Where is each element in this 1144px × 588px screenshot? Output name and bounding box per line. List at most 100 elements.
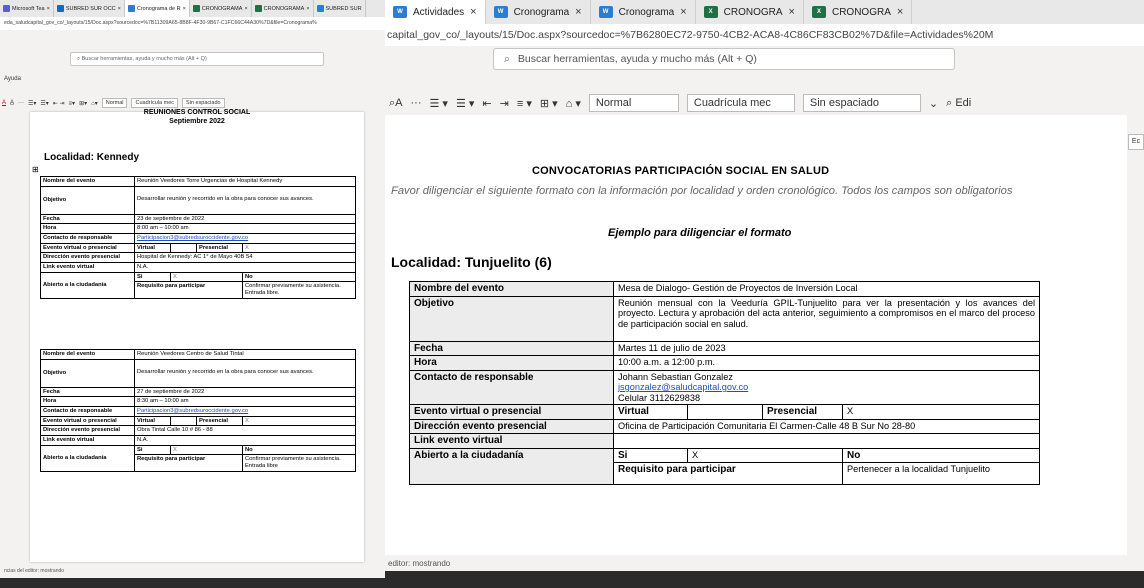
- tab-label: Cronograma: [513, 6, 570, 18]
- more-icon[interactable]: ···: [411, 97, 422, 109]
- table-row: Fecha 27 de septiembre de 2022: [40, 386, 356, 398]
- tab-label: Cronograma de R: [136, 5, 181, 12]
- right-tab-strip: W Actividades × W Cronograma × W Cronograma × …: [385, 0, 1144, 24]
- table-row: Dirección evento presencial Hospital de K…: [40, 252, 356, 263]
- table-row: Objetivo Desarrollar reunión y recorrido …: [40, 185, 356, 215]
- left-tab-4[interactable]: CRONOGRAMA ×: [252, 0, 314, 17]
- close-icon[interactable]: ×: [183, 6, 186, 12]
- left-address-bar[interactable]: eda_saludcapital_gov_co/_layouts/15/Doc.…: [0, 17, 385, 30]
- teams-icon: [3, 5, 10, 12]
- close-icon[interactable]: ×: [118, 6, 121, 12]
- tab-label: CRONOGRA: [723, 6, 783, 18]
- excel-icon: X: [703, 6, 718, 18]
- word-icon: W: [393, 6, 407, 18]
- tab-label: CRONOGRAMA: [201, 5, 243, 12]
- event-table-1: Nombre del evento Reunión Veedores Torre …: [40, 176, 356, 299]
- right-tab-0[interactable]: W Actividades ×: [385, 0, 486, 24]
- table-move-icon[interactable]: ⊞: [32, 165, 39, 174]
- more-icon[interactable]: ···: [18, 100, 24, 106]
- word-icon: [127, 5, 135, 12]
- left-tab-3[interactable]: CRONOGRAMA ×: [190, 0, 252, 17]
- right-browser-window: W Actividades × W Cronograma × W Cronograma × …: [385, 0, 1144, 588]
- table-icon[interactable]: ⊞ ▾: [540, 97, 558, 110]
- table-row: Evento virtual o presencial Virtual Presen…: [40, 242, 356, 254]
- right-tab-4[interactable]: X CRONOGRA ×: [804, 0, 913, 24]
- close-icon[interactable]: ×: [47, 6, 50, 12]
- indent-icon[interactable]: ⇤ ⇥: [53, 100, 65, 107]
- paint-bucket-icon[interactable]: ⌂ ▾: [566, 97, 581, 110]
- word-icon: W: [493, 6, 508, 18]
- close-icon[interactable]: ×: [470, 6, 476, 18]
- table-row: Evento virtual o presencial Virtual Presen…: [409, 404, 1040, 420]
- close-icon[interactable]: ×: [680, 6, 686, 18]
- style-normal[interactable]: Normal: [588, 94, 679, 112]
- close-icon[interactable]: ×: [306, 6, 309, 12]
- table-row: Nombre del evento Reunión Veedores Torre …: [40, 176, 356, 187]
- edge-button[interactable]: Ec: [1128, 134, 1144, 150]
- table-row: Fecha 23 de septiembre de 2022: [40, 213, 356, 225]
- right-tab-2[interactable]: W Cronograma ×: [591, 0, 696, 24]
- left-tab-strip: Microsoft Tea × SUBRED SUR OCC × Cronogram…: [0, 0, 385, 17]
- right-address-bar[interactable]: capital_gov_co/_layouts/15/Doc.aspx?sour…: [385, 24, 1144, 46]
- align-icon[interactable]: ≡▾: [69, 100, 76, 107]
- style-nospace[interactable]: Sin espaciado: [802, 94, 921, 112]
- left-tab-2[interactable]: Cronograma de R ×: [124, 0, 190, 17]
- left-search-box[interactable]: ⌕ Buscar herramientas, ayuda y mucho más…: [70, 52, 324, 66]
- edit-label: Edi: [955, 96, 972, 109]
- edit-menu[interactable]: ⌕ Edi: [946, 97, 971, 110]
- align-icon[interactable]: ≡ ▾: [517, 97, 532, 110]
- format-painter-icon[interactable]: ⌕A: [389, 97, 403, 110]
- style-nospace[interactable]: Sin espaciado: [182, 98, 225, 108]
- right-ribbon: ⌕A ··· ☰ ▾ ☰ ▾ ⇤ ⇥ ≡ ▾ ⊞ ▾ ⌂ ▾ Normal Cu…: [385, 91, 1144, 115]
- style-grid[interactable]: Cuadrícula mec: [686, 94, 795, 112]
- numbering-icon[interactable]: ☰ ▾: [456, 97, 474, 110]
- style-normal[interactable]: Normal: [101, 98, 128, 108]
- left-taskbar: [0, 578, 385, 588]
- contact-name: Johann Sebastian Gonzalez: [618, 371, 733, 382]
- left-tab-1[interactable]: SUBRED SUR OCC ×: [54, 0, 125, 17]
- style-dropdown-icon[interactable]: ⌄: [929, 97, 938, 110]
- table-row: Objetivo Reunión mensual con la Veeduría …: [409, 295, 1040, 342]
- tab-label: Microsoft Tea: [12, 5, 45, 12]
- tab-label: SUBRED SUR OCC: [65, 5, 116, 12]
- table-icon[interactable]: ⊞▾: [79, 100, 87, 107]
- indent-decrease-icon[interactable]: ⇤: [482, 97, 491, 110]
- table-row: Abierto a la ciudadanía Si X No: [409, 447, 1040, 486]
- contact-email-link[interactable]: jsgonzalez@saludcapital.gov.co: [618, 382, 1035, 393]
- highlight-icon[interactable]: A̲: [10, 100, 14, 106]
- close-icon[interactable]: ×: [575, 6, 581, 18]
- right-search-box[interactable]: ⌕ Buscar herramientas, ayuda y mucho más …: [493, 48, 955, 70]
- word-icon: [316, 5, 324, 12]
- excel-icon: X: [811, 6, 826, 18]
- tab-label: Actividades: [413, 6, 465, 18]
- close-icon[interactable]: ×: [789, 6, 795, 18]
- right-tab-3[interactable]: X CRONOGRA ×: [696, 0, 804, 24]
- right-taskbar: [385, 571, 1144, 588]
- table-row: Nombre del evento Mesa de Dialogo- Gestió…: [409, 281, 1040, 297]
- table-row: Objetivo Desarrollar reunión y recorrido …: [40, 358, 356, 388]
- bullets-icon[interactable]: ☰ ▾: [430, 97, 448, 110]
- sharepoint-icon: [56, 5, 64, 12]
- table-row: Hora 8:00 am – 10:00 am: [40, 223, 356, 234]
- doc-example: Ejemplo para diligenciar el formato: [608, 227, 792, 239]
- left-document-page: REUNIONES CONTROL SOCIAL Septiembre 2022…: [30, 109, 364, 562]
- left-tab-0[interactable]: Microsoft Tea ×: [0, 0, 54, 17]
- doc-heading: REUNIONES CONTROL SOCIAL: [143, 109, 251, 116]
- table-row: Link evento virtual N.A.: [40, 261, 356, 273]
- search-placeholder: Buscar herramientas, ayuda y mucho más (…: [81, 56, 207, 62]
- numbering-icon[interactable]: ☰▾: [40, 100, 48, 107]
- left-menu-ayuda[interactable]: Ayuda: [4, 76, 21, 82]
- font-color-icon[interactable]: A: [2, 100, 6, 106]
- bullets-icon[interactable]: ☰▾: [28, 100, 36, 107]
- right-tab-1[interactable]: W Cronograma ×: [486, 0, 591, 24]
- paint-icon[interactable]: ⌂▾: [91, 100, 98, 107]
- indent-increase-icon[interactable]: ⇥: [500, 97, 509, 110]
- left-tab-5[interactable]: SUBRED SUR: [314, 0, 366, 17]
- style-grid[interactable]: Cuadrícula mec: [131, 98, 179, 108]
- contact-phone: Celular 3112629838: [618, 392, 701, 403]
- doc-title: CONVOCATORIAS PARTICIPACIÓN SOCIAL EN SA…: [532, 165, 830, 177]
- left-status-bar: ncias del editor: mostrando: [0, 565, 385, 578]
- close-icon[interactable]: ×: [244, 6, 247, 12]
- close-icon[interactable]: ×: [897, 6, 903, 18]
- left-browser-window: Microsoft Tea × SUBRED SUR OCC × Cronogram…: [0, 0, 385, 588]
